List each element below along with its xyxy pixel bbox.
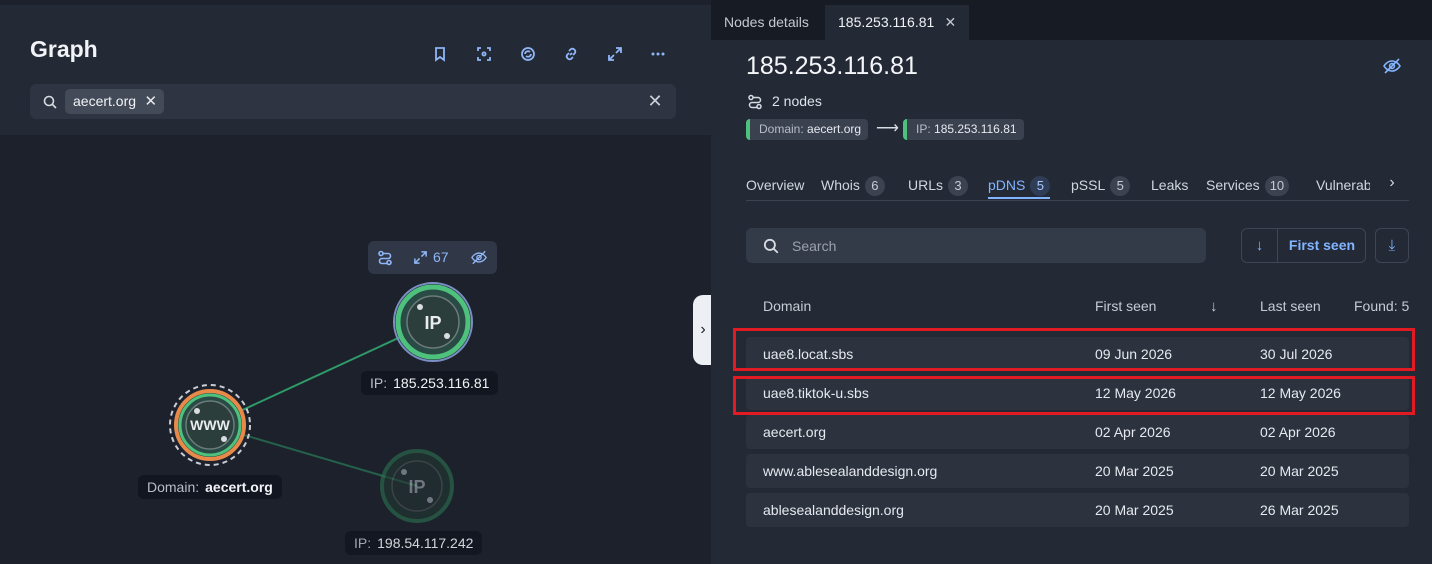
table-row[interactable]: www.ablesealanddesign.org 20 Mar 2025 20 M…	[746, 454, 1409, 488]
tab-vulnerabilities[interactable]: Vulnerab	[1316, 175, 1370, 199]
table-row[interactable]: uae8.tiktok-u.sbs 12 May 2026 12 May 2026	[746, 376, 1409, 410]
column-domain[interactable]: Domain	[763, 298, 811, 314]
sort-field-button[interactable]: First seen	[1278, 229, 1366, 262]
column-last-seen[interactable]: Last seen	[1260, 298, 1321, 314]
svg-text:IP: IP	[424, 313, 441, 333]
hide-icon[interactable]	[471, 250, 487, 265]
sort-arrow-icon[interactable]: ↓	[1210, 298, 1218, 315]
sync-icon[interactable]	[516, 42, 540, 66]
tab-urls[interactable]: URLs 3	[908, 175, 969, 199]
bookmark-icon[interactable]	[428, 42, 452, 66]
pdns-search-input[interactable]	[792, 228, 1192, 263]
ip-node-dimmed[interactable]: IP	[380, 449, 454, 523]
chip-remove-icon[interactable]: ✕	[144, 89, 157, 114]
svg-text:WWW: WWW	[190, 417, 230, 433]
sort-control: ↓ First seen	[1241, 228, 1366, 263]
tab-services[interactable]: Services 10	[1206, 175, 1290, 199]
node-title: 185.253.116.81	[746, 52, 918, 80]
domain-node-label[interactable]: Domain: aecert.org	[138, 475, 282, 499]
download-icon[interactable]: ⤓	[1375, 228, 1409, 263]
chevron-right-icon[interactable]: ›	[1382, 174, 1402, 194]
link-icon[interactable]	[559, 42, 583, 66]
tab-pssl[interactable]: pSSL 5	[1071, 175, 1131, 199]
search-icon	[43, 95, 57, 109]
table-row[interactable]: uae8.locat.sbs 09 Jun 2026 30 Jul 2026	[746, 337, 1409, 371]
pdns-search	[746, 228, 1206, 263]
graph-title: Graph	[30, 36, 98, 62]
more-icon[interactable]	[646, 42, 670, 66]
expand-count[interactable]: 67	[433, 249, 449, 265]
clear-search-icon[interactable]: ✕	[646, 92, 664, 110]
path-arrow-icon: ⟶	[876, 120, 899, 137]
tab-pdns[interactable]: pDNS 5	[988, 175, 1051, 199]
table-row[interactable]: aecert.org 02 Apr 2026 02 Apr 2026	[746, 415, 1409, 449]
focus-icon[interactable]	[472, 42, 496, 66]
graph-panel: Graph aecert.org ✕ ✕ IP WWW IP 67 IP: 18…	[0, 0, 713, 564]
close-tab-icon[interactable]: ✕	[945, 5, 957, 40]
search-chip[interactable]: aecert.org ✕	[65, 89, 165, 114]
table-row[interactable]: ablesealanddesign.org 20 Mar 2025 26 Mar 2…	[746, 493, 1409, 527]
search-chip-label: aecert.org	[73, 93, 137, 109]
domain-node[interactable]: WWW	[169, 384, 251, 466]
path-icon	[748, 94, 762, 110]
expand-icon[interactable]	[413, 250, 428, 265]
search-icon	[763, 238, 779, 254]
path-chip-domain[interactable]: Domain: aecert.org	[746, 119, 869, 140]
panel-collapse-handle[interactable]: ›	[693, 295, 713, 365]
node-toolbar: 67	[368, 241, 497, 274]
tabs-divider	[746, 200, 1409, 201]
column-first-seen[interactable]: First seen	[1095, 298, 1156, 314]
path-icon[interactable]	[377, 250, 393, 266]
details-tabbar: Nodes details 185.253.116.81 ✕	[711, 0, 1432, 40]
tab-leaks[interactable]: Leaks	[1151, 175, 1188, 199]
svg-text:IP: IP	[408, 477, 425, 497]
graph-header: Graph aecert.org ✕ ✕	[0, 5, 711, 135]
graph-canvas[interactable]: IP WWW IP	[0, 135, 711, 564]
fullscreen-icon[interactable]	[603, 42, 627, 66]
ip-node-label[interactable]: IP: 185.253.116.81	[361, 371, 499, 395]
path-chip-ip[interactable]: IP: 185.253.116.81	[903, 119, 1024, 140]
hide-node-icon[interactable]	[1383, 58, 1401, 74]
tab-whois[interactable]: Whois 6	[821, 175, 885, 199]
details-panel: Nodes details 185.253.116.81 ✕ 185.253.1…	[711, 0, 1432, 564]
tab-overview[interactable]: Overview	[746, 175, 804, 199]
ip-node-label-dimmed[interactable]: IP: 198.54.117.242	[345, 531, 483, 555]
nodes-count: 2 nodes	[772, 93, 822, 109]
tab-nodes-details[interactable]: Nodes details	[711, 5, 822, 40]
tab-node-ip[interactable]: 185.253.116.81 ✕	[825, 5, 970, 40]
found-count: Found: 5	[1354, 298, 1410, 314]
ip-node-selected[interactable]: IP	[393, 282, 473, 362]
sort-direction-icon[interactable]: ↓	[1242, 229, 1278, 262]
